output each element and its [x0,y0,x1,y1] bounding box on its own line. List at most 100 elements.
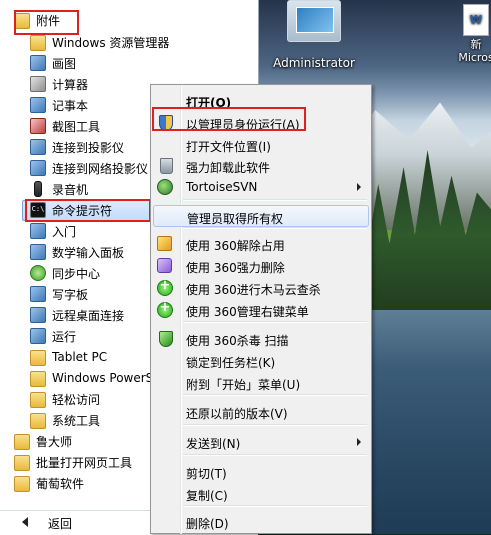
context-menu-label: 使用 360进行木马云查杀 [186,283,321,297]
snipping-tool-icon [30,118,46,134]
context-menu-item-11[interactable]: 锁定到任务栏(K) [153,350,369,372]
context-menu-label: 使用 360解除占用 [186,239,285,253]
context-menu-item-9[interactable]: 使用 360管理右键菜单 [153,299,369,321]
context-menu-item-14[interactable]: 发送到(N) [153,431,369,453]
user-folder-icon [287,0,341,42]
context-menu-item-8[interactable]: 使用 360进行木马云查杀 [153,277,369,299]
program-item-18[interactable]: 轻松访问 [30,389,100,409]
program-label: 连接到投影仪 [52,140,125,155]
program-item-0[interactable]: 附件 [14,10,60,30]
folder-icon [14,455,30,471]
calculator-icon [30,76,46,92]
program-item-21[interactable]: 批量打开网页工具 [14,452,132,472]
cmd-icon: C:\ [30,202,46,218]
context-menu-item-1[interactable]: 以管理员身份运行(A) [153,112,369,134]
program-item-10[interactable]: 入门 [30,221,76,241]
program-item-11[interactable]: 数学输入面板 [30,242,124,262]
antivirus-360-icon [159,331,173,347]
word-document-desktop-icon[interactable]: W 新 Micros [456,0,491,64]
context-menu-item-6[interactable]: 使用 360解除占用 [153,233,369,255]
context-menu-label: 发送到(N) [186,437,241,451]
menu-360-icon [157,300,173,318]
program-label: 鲁大师 [36,434,73,449]
program-label: 远程桌面连接 [52,308,125,323]
program-item-13[interactable]: 写字板 [30,284,88,304]
context-menu-item-10[interactable]: 使用 360杀毒 扫描 [153,328,369,350]
program-label: 数学输入面板 [52,245,125,260]
network-projector-icon [30,160,46,176]
context-menu-label: 复制(C) [186,489,228,503]
context-menu-label: 使用 360强力删除 [186,261,285,275]
folder-icon [14,476,30,492]
notepad-icon [30,97,46,113]
context-menu-label: 使用 360杀毒 扫描 [186,334,289,348]
context-menu-item-7[interactable]: 使用 360强力删除 [153,255,369,277]
context-menu-label: 打开(O) [186,96,232,110]
context-menu-label: 附到「开始」菜单(U) [186,378,301,392]
submenu-arrow-icon [357,438,361,446]
context-menu-item-15[interactable]: 剪切(T) [153,461,369,483]
program-item-15[interactable]: 运行 [30,326,76,346]
folder-icon [30,392,46,408]
context-menu-label: 打开文件位置(I) [186,140,271,154]
trash-icon [160,158,173,174]
microphone-icon [34,181,42,197]
menu-separator [183,505,367,507]
administrator-desktop-icon[interactable]: Administrator [270,0,358,70]
remote-desktop-icon [30,307,46,323]
program-label: 同步中心 [52,266,101,281]
math-input-icon [30,244,46,260]
context-menu-item-3[interactable]: 强力卸载此软件 [153,155,369,177]
context-menu-item-13[interactable]: 还原以前的版本(V) [153,401,369,423]
program-label: 记事本 [52,98,89,113]
program-item-6[interactable]: 连接到投影仪 [30,137,124,157]
program-label: 连接到网络投影仪 [52,161,149,176]
context-menu-label: 还原以前的版本(V) [186,407,288,421]
program-item-19[interactable]: 系统工具 [30,410,100,430]
context-menu-item-16[interactable]: 复制(C) [153,483,369,505]
program-item-7[interactable]: 连接到网络投影仪 [30,158,148,178]
program-item-16[interactable]: Tablet PC [30,347,107,367]
context-menu-item-12[interactable]: 附到「开始」菜单(U) [153,372,369,394]
context-menu-label: 使用 360管理右键菜单 [186,305,309,319]
folder-icon [14,13,30,29]
context-menu-label: 锁定到任务栏(K) [186,356,276,370]
program-label: 录音机 [52,182,89,197]
context-menu-item-17[interactable]: 删除(D) [153,511,369,533]
menu-separator [183,227,367,229]
back-label: 返回 [48,517,73,531]
context-menu-item-0[interactable]: 打开(O) [153,90,369,112]
folder-icon [30,371,46,387]
program-item-5[interactable]: 截图工具 [30,116,100,136]
context-menu-item-4[interactable]: TortoiseSVN [153,176,369,198]
program-item-17[interactable]: Windows PowerS [30,368,153,388]
program-item-20[interactable]: 鲁大师 [14,431,72,451]
context-menu-label: 强力卸载此软件 [186,161,271,175]
context-menu-label: 删除(D) [186,517,229,531]
program-label: 画图 [52,56,77,71]
explorer-icon [30,35,46,51]
word-document-label: 新 Micros [458,38,491,64]
program-item-1[interactable]: Windows 资源管理器 [30,32,169,52]
program-label: Windows PowerS [52,371,154,385]
folder-icon [30,413,46,429]
program-item-4[interactable]: 记事本 [30,95,88,115]
program-item-14[interactable]: 远程桌面连接 [30,305,124,325]
program-item-2[interactable]: 画图 [30,53,76,73]
program-item-12[interactable]: 同步中心 [30,263,100,283]
projector-icon [30,139,46,155]
context-menu-item-5[interactable]: 管理员取得所有权 [153,205,369,227]
context-menu-item-2[interactable]: 打开文件位置(I) [153,134,369,156]
program-label: 运行 [52,329,77,344]
program-label: 批量打开网页工具 [36,455,133,470]
program-label: 截图工具 [52,119,101,134]
delete-360-icon [157,258,172,273]
program-label: 写字板 [52,287,89,302]
word-doc-icon: W [463,4,489,36]
program-item-3[interactable]: 计算器 [30,74,88,94]
program-item-8[interactable]: 录音机 [30,179,88,199]
submenu-arrow-icon [357,183,361,191]
program-item-9[interactable]: C:\ 命令提示符 [30,200,112,220]
program-item-22[interactable]: 葡萄软件 [14,473,84,493]
wordpad-icon [30,286,46,302]
